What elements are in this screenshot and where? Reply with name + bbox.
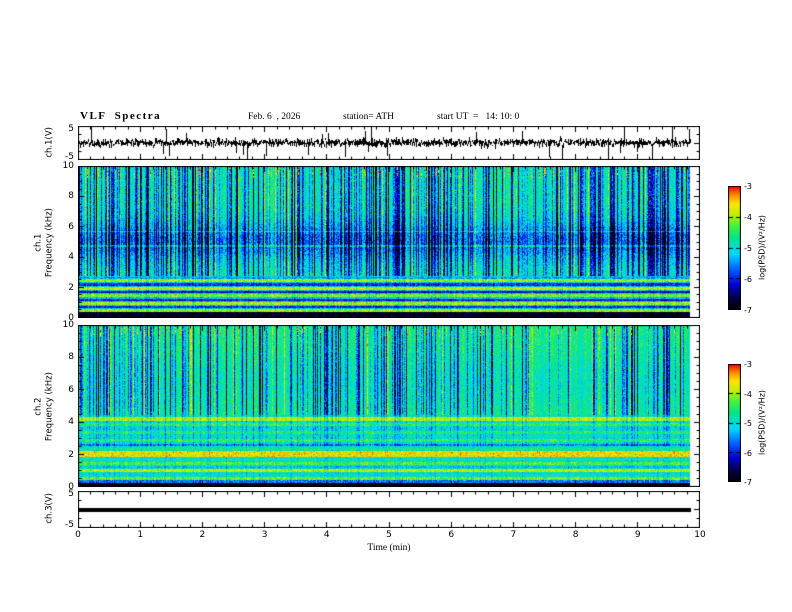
- ch1-spectrogram-canvas: [78, 166, 700, 318]
- ch1-wave-y-tick-label: 5: [68, 124, 74, 134]
- colorbar-ch2-tick-label: -6: [744, 448, 752, 458]
- x-tick-label: 0: [75, 530, 81, 540]
- vlf-spectra-figure: VLF Spectra Feb. 6 , 2026 station= ATH s…: [0, 0, 792, 612]
- x-tick-label: 1: [137, 530, 144, 540]
- ch1-spec-y-tick-label: 4: [68, 252, 74, 263]
- colorbar-ch1-tick-label: -7: [744, 306, 752, 315]
- ch1-spectrogram-ylabel-line2: Frequency (kHz): [44, 208, 54, 278]
- colorbar-ch1: [728, 186, 741, 310]
- x-tick-label: 2: [199, 530, 206, 540]
- ch3-waveform-canvas: [78, 491, 700, 528]
- x-tick-label: 5: [386, 530, 392, 540]
- ch2-spec-y-tick-label: 4: [68, 417, 74, 428]
- colorbar-ch2: [728, 364, 741, 482]
- ch1-wave-y-tick-label: -5: [65, 152, 74, 162]
- ch2-spectrogram-canvas: [78, 325, 700, 487]
- colorbar-ch1-tick-label: -4: [744, 213, 752, 222]
- colorbar-ch1-tick-label: -3: [744, 182, 752, 191]
- x-tick-label: 4: [323, 530, 330, 540]
- x-tick-label: 8: [572, 530, 579, 540]
- x-tick-label: 7: [510, 530, 517, 540]
- ch2-spectrogram-ylabel-line2: Frequency (kHz): [44, 372, 54, 442]
- colorbar-ch1-tick-label: -6: [744, 275, 752, 284]
- ch2-spec-y-tick-label: 2: [68, 449, 74, 460]
- colorbar-ch1-tick-label: -5: [744, 244, 752, 253]
- ch3-wave-y-tick-label: -5: [65, 520, 74, 530]
- ch1-spec-y-tick-label: 6: [68, 221, 74, 232]
- ch1-spec-y-tick-label: 2: [68, 282, 74, 293]
- ch2-spec-y-tick-label: 8: [68, 352, 74, 363]
- station-label: station= ATH: [343, 112, 395, 122]
- start-ut-label: start UT = 14: 10: 0: [437, 112, 520, 122]
- ch1-spectrogram-ylabel-line1: ch.1: [33, 233, 44, 252]
- x-tick-label: 9: [634, 530, 641, 540]
- ch1-spectrogram-ylabel: ch.1 Frequency (kHz): [33, 188, 54, 298]
- x-axis-label: Time (min): [367, 543, 411, 553]
- x-tick-label: 10: [694, 530, 706, 540]
- ch1-waveform-canvas: [78, 126, 700, 160]
- x-tick-label: 6: [448, 530, 455, 540]
- figure-title: VLF Spectra: [80, 110, 162, 122]
- date-label: Feb. 6 , 2026: [248, 112, 301, 122]
- ch1-spec-y-tick-label: 8: [68, 191, 74, 202]
- ch2-spectrogram-ylabel-line1: ch.2: [33, 397, 44, 416]
- colorbar-ch2-tick-label: -7: [744, 478, 752, 487]
- ch2-spectrogram-ylabel: ch.2 Frequency (kHz): [33, 352, 54, 462]
- colorbar-ch2-tick-label: -5: [744, 419, 752, 428]
- ch2-spec-y-tick-label: 6: [68, 384, 74, 395]
- ch2-spec-y-tick-label: 10: [62, 320, 74, 330]
- colorbar-ch2-tick-label: -3: [744, 360, 752, 369]
- colorbar-ch2-tick-label: -4: [744, 389, 752, 399]
- x-tick-label: 3: [261, 530, 268, 540]
- ch3-wave-y-tick-label: 5: [68, 489, 74, 499]
